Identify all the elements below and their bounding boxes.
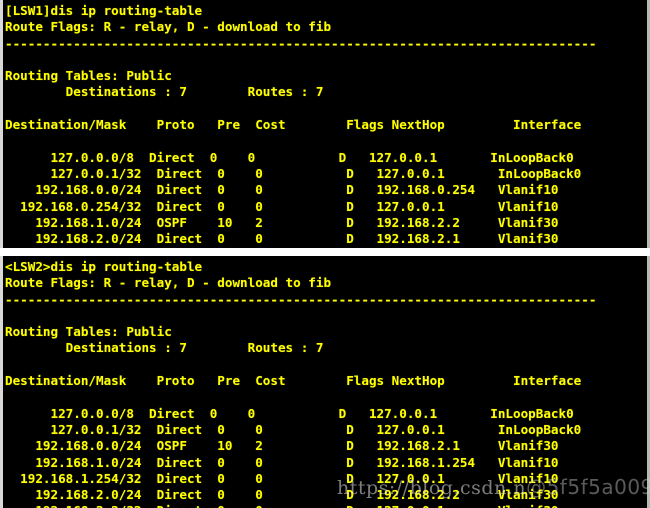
routing-tables-line: Routing Tables: Public (5, 68, 172, 84)
table-row: 192.168.0.0/24 Direct 0 0 D 192.168.0.25… (5, 182, 559, 198)
table-row: 192.168.1.254/32 Direct 0 0 D 127.0.0.1 … (5, 470, 559, 486)
table-row: 127.0.0.0/8 Direct 0 0 D 127.0.0.1 InLoo… (5, 149, 574, 165)
table-row: 127.0.0.1/32 Direct 0 0 D 127.0.0.1 InLo… (5, 165, 582, 181)
table-header-line: Destination/Mask Proto Pre Cost Flags Ne… (5, 117, 582, 133)
table-row: 192.168.2.0/24 Direct 0 0 D 192.168.2.2 … (5, 487, 559, 503)
route-flags-line: Route Flags: R - relay, D - download to … (5, 275, 332, 291)
terminal-output-lsw2: <LSW2>dis ip routing-table Route Flags: … (5, 259, 646, 508)
table-header-line: Destination/Mask Proto Pre Cost Flags Ne… (5, 373, 582, 389)
screenshot-root: [LSW1]dis ip routing-table Route Flags: … (0, 0, 650, 508)
route-summary-line: Destinations : 7 Routes : 7 (5, 340, 324, 356)
route-summary-line: Destinations : 7 Routes : 7 (5, 84, 324, 100)
table-row: 127.0.0.1/32 Direct 0 0 D 127.0.0.1 InLo… (5, 421, 582, 437)
prompt-line: [LSW1]dis ip routing-table (5, 3, 203, 18)
table-row: 192.168.2.2/32 Direct 0 0 D 127.0.0.1 Vl… (5, 503, 646, 508)
terminal-panel-lsw2[interactable]: <LSW2>dis ip routing-table Route Flags: … (0, 256, 650, 508)
terminal-panel-lsw1[interactable]: [LSW1]dis ip routing-table Route Flags: … (0, 0, 650, 248)
separator-line: ----------------------------------------… (5, 35, 597, 51)
table-row: 192.168.2.1/32 Direct 0 0 D 127.0.0.1 Vl… (5, 247, 646, 248)
table-row: 192.168.0.254/32 Direct 0 0 D 127.0.0.1 … (5, 198, 559, 214)
table-row: 192.168.2.0/24 Direct 0 0 D 192.168.2.1 … (5, 231, 559, 247)
route-flags-line: Route Flags: R - relay, D - download to … (5, 19, 332, 35)
table-row: 127.0.0.0/8 Direct 0 0 D 127.0.0.1 InLoo… (5, 405, 574, 421)
panel-left-edge-strip (0, 0, 3, 248)
routing-tables-line: Routing Tables: Public (5, 324, 172, 340)
table-row: 192.168.1.0/24 OSPF 10 2 D 192.168.2.2 V… (5, 214, 559, 230)
separator-line: ----------------------------------------… (5, 291, 597, 307)
panel-left-edge-strip (0, 256, 3, 508)
table-row: 192.168.1.0/24 Direct 0 0 D 192.168.1.25… (5, 454, 559, 470)
prompt-line: <LSW2>dis ip routing-table (5, 259, 203, 274)
table-row: 192.168.0.0/24 OSPF 10 2 D 192.168.2.1 V… (5, 438, 559, 454)
terminal-output-lsw1: [LSW1]dis ip routing-table Route Flags: … (5, 3, 646, 248)
